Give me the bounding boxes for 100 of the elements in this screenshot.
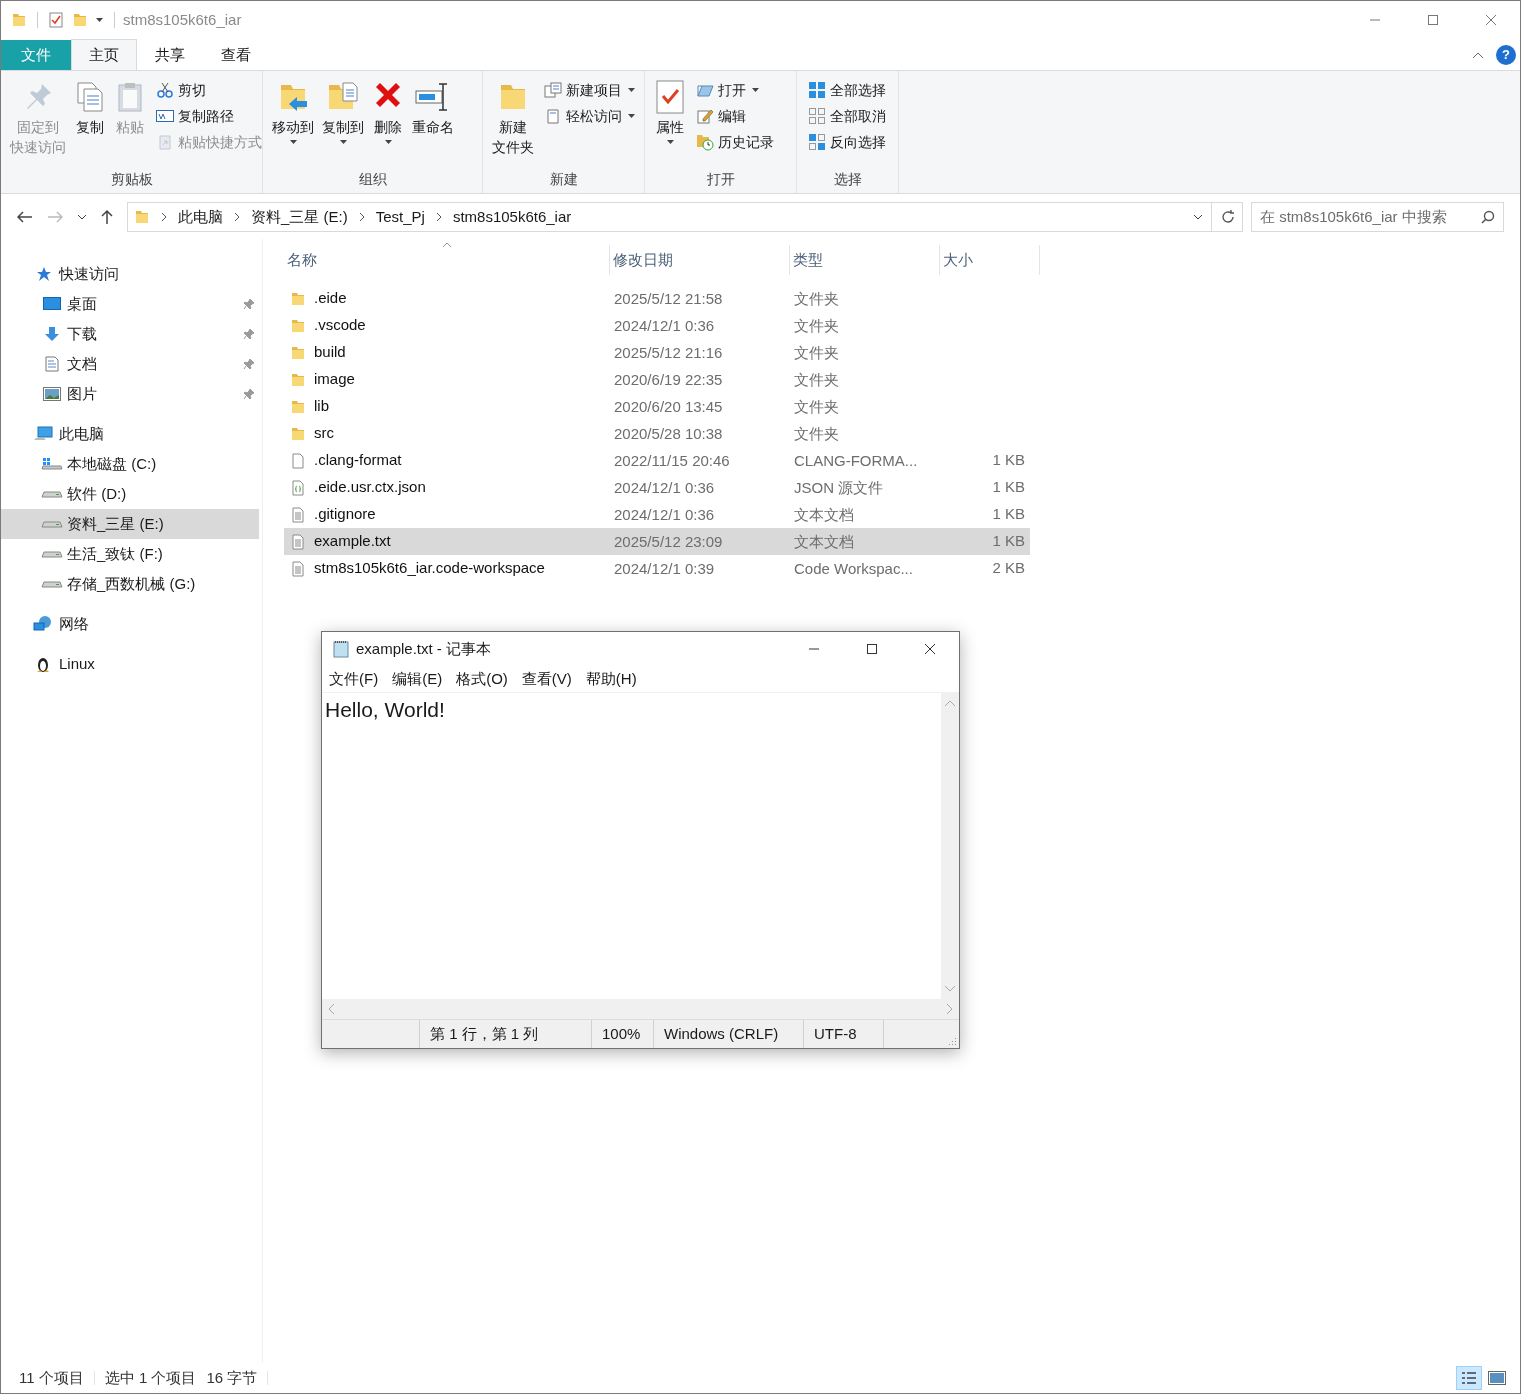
file-name: .clang-format <box>314 450 402 471</box>
file-name: src <box>314 423 334 444</box>
menu-item[interactable]: 文件(F) <box>329 667 379 691</box>
column-header[interactable]: 大小 <box>940 245 1040 275</box>
ribbon-button[interactable]: 移动到 <box>269 77 317 169</box>
navigation-item[interactable]: 此电脑 <box>1 419 259 449</box>
ribbon-tab[interactable]: 共享 <box>137 40 203 70</box>
navigation-item[interactable]: Linux <box>1 649 259 679</box>
nav-icon <box>41 579 63 589</box>
menu-item[interactable]: 编辑(E) <box>392 667 443 691</box>
navigation-item[interactable]: 网络 <box>1 609 259 639</box>
ribbon-button[interactable]: 全部选择 <box>807 79 886 101</box>
ribbon-button[interactable]: 全部取消 <box>807 105 886 127</box>
up-button[interactable] <box>101 209 113 225</box>
navigation-item[interactable]: 本地磁盘 (C:) <box>1 449 259 479</box>
refresh-button[interactable] <box>1220 209 1236 225</box>
ribbon-button[interactable]: 编辑 <box>695 105 774 127</box>
file-row[interactable]: src 2020/5/28 10:38 文件夹 <box>284 420 1030 447</box>
file-size: 1 KB <box>992 450 1025 471</box>
help-button[interactable]: ? <box>1496 45 1516 65</box>
group-label: 剪贴板 <box>109 170 154 189</box>
column-header[interactable]: 修改日期 <box>610 245 790 275</box>
chevron-icon[interactable] <box>358 212 365 222</box>
chevron-icon[interactable] <box>234 212 240 222</box>
back-button[interactable] <box>17 211 33 223</box>
group-label: 新建 <box>548 170 579 189</box>
menu-item[interactable]: 帮助(H) <box>585 667 637 691</box>
file-icon <box>290 317 306 334</box>
navigation-item[interactable]: 快速访问 <box>1 259 259 289</box>
ribbon-button[interactable]: 新建 文件夹 <box>489 77 537 169</box>
menu-item[interactable]: 格式(O) <box>456 667 508 691</box>
caret-icon <box>752 88 759 92</box>
nav-icon <box>33 426 53 442</box>
details-view-button[interactable] <box>1456 1366 1482 1390</box>
group-label: 组织 <box>357 170 388 189</box>
ribbon-icon <box>695 133 715 151</box>
ribbon-button[interactable]: 复制 <box>71 77 109 169</box>
navigation-item[interactable]: 文档 <box>1 349 259 379</box>
ribbon-button[interactable]: 重命名 <box>409 77 457 169</box>
breadcrumb[interactable]: 此电脑 <box>178 205 223 229</box>
ribbon-tab[interactable]: 查看 <box>203 40 269 70</box>
ribbon-button[interactable]: 打开 <box>695 79 774 101</box>
nav-icon <box>33 615 53 633</box>
file-row[interactable]: image 2020/6/19 22:35 文件夹 <box>284 366 1030 393</box>
chevron-icon[interactable] <box>161 212 167 222</box>
address-bar[interactable]: 此电脑 资料_三星 (E:) Test_Pj stm8s105k6t6_iar <box>127 202 1243 232</box>
file-row[interactable]: example.txt 2025/5/12 23:09 文本文档 1 KB <box>284 528 1030 555</box>
menu-item[interactable]: 查看(V) <box>521 667 572 691</box>
dropdown-icon[interactable] <box>1193 214 1203 220</box>
navigation-item[interactable]: 下载 <box>1 319 259 349</box>
pin-icon <box>243 388 255 400</box>
column-header[interactable]: 类型 <box>790 245 940 275</box>
file-type: 文件夹 <box>794 397 839 415</box>
ribbon-button[interactable]: 复制路径 <box>155 105 262 127</box>
breadcrumb[interactable]: stm8s105k6t6_iar <box>452 205 572 229</box>
navigation-item[interactable]: 资料_三星 (E:) <box>1 509 259 539</box>
navigation-item[interactable]: 图片 <box>1 379 259 409</box>
file-name: .eide <box>314 288 347 309</box>
ribbon-button[interactable]: 新建项目 <box>543 79 635 101</box>
collapse-ribbon-icon[interactable] <box>1472 51 1484 59</box>
chevron-icon[interactable] <box>435 212 442 222</box>
resize-grip-icon[interactable] <box>947 1036 957 1046</box>
navigation-item[interactable]: 存储_西数机械 (G:) <box>1 569 259 599</box>
recent-locations-icon[interactable] <box>77 214 87 220</box>
item-count: 11 个项目 <box>19 1367 84 1388</box>
file-row[interactable]: .gitignore 2024/12/1 0:36 文本文档 1 KB <box>284 501 1030 528</box>
breadcrumb[interactable]: Test_Pj <box>375 205 425 229</box>
navigation-item[interactable]: 生活_致钛 (F:) <box>1 539 259 569</box>
horizontal-scrollbar[interactable] <box>322 999 959 1019</box>
file-date: 2025/5/12 21:16 <box>614 343 723 361</box>
caret-icon[interactable] <box>96 18 104 22</box>
file-date: 2025/5/12 23:09 <box>614 532 723 550</box>
status-field: Windows (CRLF) <box>664 1022 779 1046</box>
file-row[interactable]: .vscode 2024/12/1 0:36 文件夹 <box>284 312 1030 339</box>
file-row[interactable]: stm8s105k6t6_iar.code-workspace 2024/12/1 0:39 Code Workspac... 2 KB <box>284 555 1030 582</box>
navigation-item[interactable]: 软件 (D:) <box>1 479 259 509</box>
nav-icon <box>41 549 63 559</box>
text-editor[interactable]: Hello, World! <box>322 693 941 999</box>
file-date: 2022/11/15 20:46 <box>614 451 730 469</box>
file-row[interactable]: .eide.usr.ctx.json 2024/12/1 0:36 JSON 源文件 1 KB <box>284 474 1030 501</box>
search-field[interactable]: 在 stm8s105k6t6_iar 中搜索 <box>1251 202 1504 232</box>
ribbon-tab[interactable]: 主页 <box>71 39 137 70</box>
breadcrumb[interactable]: 资料_三星 (E:) <box>251 205 348 229</box>
file-row[interactable]: .eide 2025/5/12 21:58 文件夹 <box>284 285 1030 312</box>
ribbon-button[interactable]: 历史记录 <box>695 131 774 153</box>
file-row[interactable]: lib 2020/6/20 13:45 文件夹 <box>284 393 1030 420</box>
file-row[interactable]: .clang-format 2022/11/15 20:46 CLANG-FORMA... 1 KB <box>284 447 1030 474</box>
ribbon-button[interactable]: 轻松访问 <box>543 105 635 127</box>
file-date: 2024/12/1 0:36 <box>614 478 715 496</box>
navigation-item[interactable]: 桌面 <box>1 289 259 319</box>
file-name: stm8s105k6t6_iar.code-workspace <box>314 558 545 579</box>
vertical-scrollbar[interactable] <box>941 693 959 999</box>
ribbon-button[interactable]: 反向选择 <box>807 131 886 153</box>
column-header[interactable]: 名称 <box>284 245 610 275</box>
ribbon-button[interactable]: 剪切 <box>155 79 262 101</box>
ribbon-button[interactable]: 复制到 <box>319 77 367 169</box>
properties-icon[interactable] <box>48 12 64 28</box>
file-row[interactable]: build 2025/5/12 21:16 文件夹 <box>284 339 1030 366</box>
ribbon-button[interactable]: 属性 <box>651 77 689 169</box>
ribbon-button[interactable]: 删除 <box>369 77 407 169</box>
